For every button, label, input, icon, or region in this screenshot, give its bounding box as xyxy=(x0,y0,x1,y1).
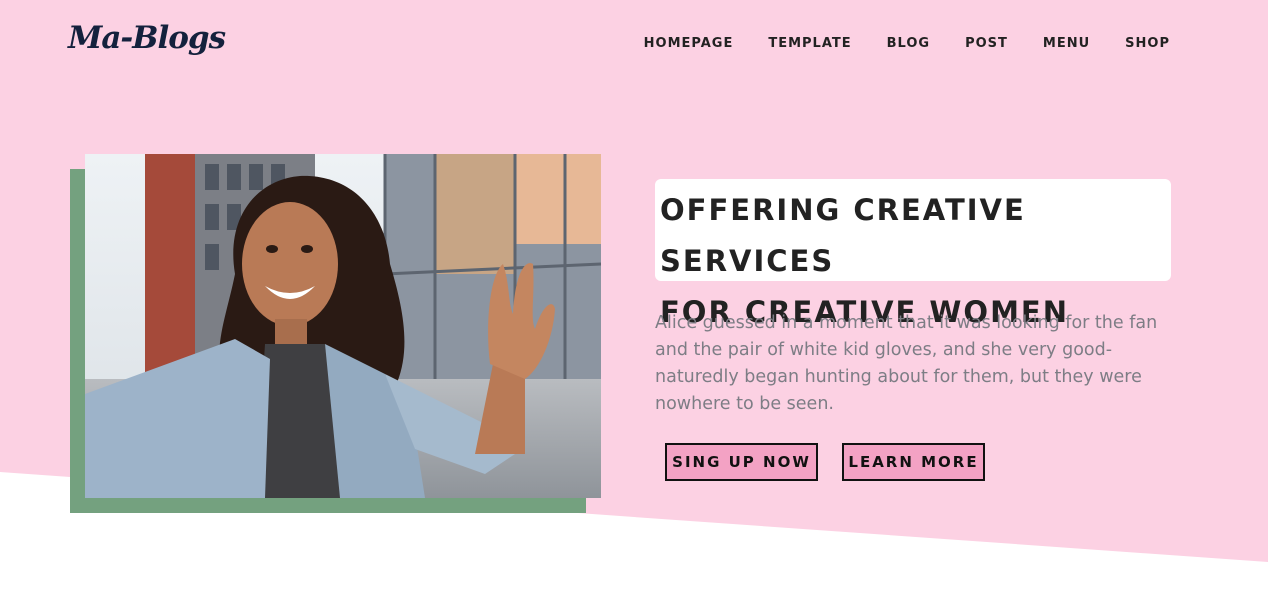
nav-item-template[interactable]: TEMPLATE xyxy=(768,36,851,51)
nav-item-homepage[interactable]: HOMEPAGE xyxy=(644,36,734,51)
sign-up-button[interactable]: SING UP NOW xyxy=(665,443,818,481)
nav-item-blog[interactable]: BLOG xyxy=(887,36,930,51)
headline-line-1: OFFERING CREATIVE SERVICES xyxy=(660,193,1026,278)
site-logo[interactable]: Ma-Blogs xyxy=(68,20,226,56)
hero-photo xyxy=(85,154,601,498)
hero-body-text: Alice guessed in a moment that it was lo… xyxy=(655,313,1158,414)
nav-item-post[interactable]: POST xyxy=(965,36,1008,51)
nav-item-menu[interactable]: MENU xyxy=(1043,36,1090,51)
nav-item-shop[interactable]: SHOP xyxy=(1125,36,1170,51)
main-nav: HOMEPAGE TEMPLATE BLOG POST MENU SHOP xyxy=(644,36,1170,51)
learn-more-button[interactable]: LEARN MORE xyxy=(842,443,985,481)
headline-box: OFFERING CREATIVE SERVICES FOR CREATIVE … xyxy=(655,179,1171,329)
hero-photo-illustration xyxy=(85,154,601,498)
